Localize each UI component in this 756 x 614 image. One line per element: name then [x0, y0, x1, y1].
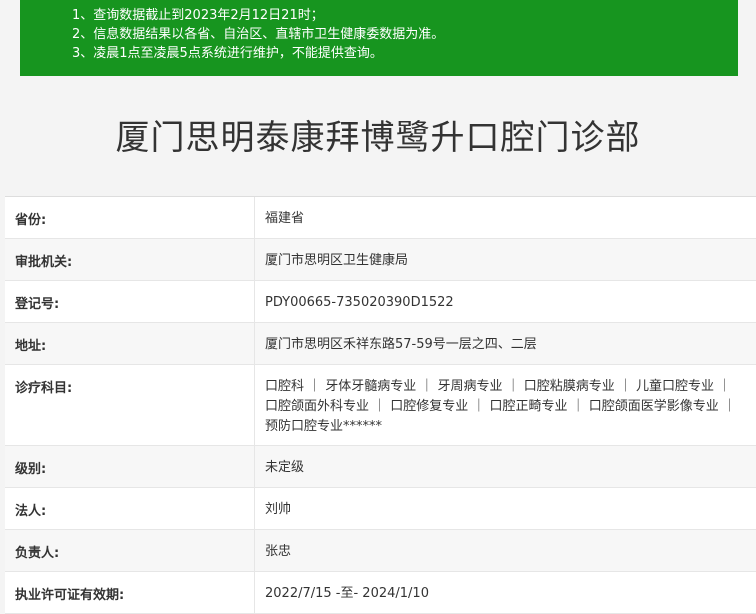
table-row-departments: 诊疗科目: 口腔科 ｜ 牙体牙髓病专业 ｜ 牙周病专业 ｜ 口腔粘膜病专业 ｜ … [5, 365, 756, 446]
row-label: 执业许可证有效期: [5, 572, 255, 613]
row-value: 2022/7/15 -至- 2024/1/10 [265, 586, 429, 601]
notice-line-2: 2、信息数据结果以各省、自治区、直辖市卫生健康委数据为准。 [72, 27, 445, 42]
table-row-person-in-charge: 负责人: 张忠 [5, 530, 756, 572]
table-row-level: 级别: 未定级 [5, 446, 756, 488]
row-label: 负责人: [5, 530, 255, 571]
row-label: 级别: [5, 446, 255, 487]
notice-line-3: 3、凌晨1点至凌晨5点系统进行维护，不能提供查询。 [72, 46, 383, 61]
row-label: 法人: [5, 488, 255, 529]
row-value: 刘帅 [265, 502, 292, 517]
table-row-legal-person: 法人: 刘帅 [5, 488, 756, 530]
table-row-address: 地址: 厦门市思明区禾祥东路57-59号一层之四、二层 [5, 323, 756, 365]
row-label: 登记号: [5, 281, 255, 322]
table-row-license-validity: 执业许可证有效期: 2022/7/15 -至- 2024/1/10 [5, 572, 756, 614]
row-label: 地址: [5, 323, 255, 364]
notice-line-1: 1、查询数据截止到2023年2月12日21时； [72, 8, 324, 23]
notice-banner: 1、查询数据截止到2023年2月12日21时； 2、信息数据结果以各省、自治区、… [20, 0, 738, 76]
row-value: 未定级 [265, 460, 305, 475]
info-table: 省份: 福建省 审批机关: 厦门市思明区卫生健康局 登记号: PDY00665-… [5, 196, 756, 614]
row-label: 省份: [5, 197, 255, 238]
row-value: 厦门市思明区禾祥东路57-59号一层之四、二层 [265, 337, 537, 352]
table-row-approval-authority: 审批机关: 厦门市思明区卫生健康局 [5, 239, 756, 281]
row-label: 审批机关: [5, 239, 255, 280]
row-value: 口腔科 ｜ 牙体牙髓病专业 ｜ 牙周病专业 ｜ 口腔粘膜病专业 ｜ 儿童口腔专业… [265, 379, 736, 434]
row-value: 福建省 [265, 211, 305, 226]
table-row-registration-no: 登记号: PDY00665-735020390D1522 [5, 281, 756, 323]
row-label: 诊疗科目: [5, 365, 255, 445]
row-value: 张忠 [265, 544, 292, 559]
page-title: 厦门思明泰康拜博鹭升口腔门诊部 [115, 118, 641, 158]
row-value: PDY00665-735020390D1522 [265, 295, 454, 310]
table-row-province: 省份: 福建省 [5, 197, 756, 239]
row-value: 厦门市思明区卫生健康局 [265, 253, 409, 268]
